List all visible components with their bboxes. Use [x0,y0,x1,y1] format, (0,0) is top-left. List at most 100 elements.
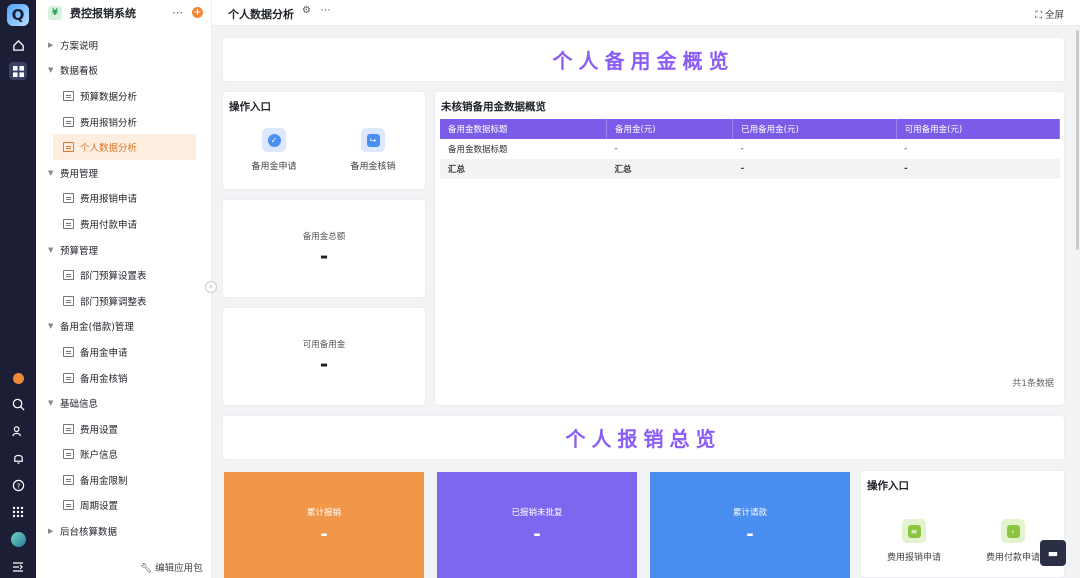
page-icon [63,474,74,485]
page-icon [63,270,74,281]
column-header[interactable]: 备用金数据标题 [440,119,607,139]
sidebar-group[interactable]: ▼ 费用管理 [36,160,212,186]
sidebar-item[interactable]: 费用报销分析 [36,109,212,135]
sidebar-item[interactable]: 账户信息 [36,442,212,468]
sidebar-item-label: 费用设置 [80,424,119,436]
reserve-table: 备用金数据标题 备用金(元) 已用备用金(元) 可用备用金(元) 备用金数据标题… [440,119,1061,179]
sidebar-group[interactable]: ▶ 方案说明 [36,32,212,58]
reserve-writeoff-button[interactable]: ↪ 备用金核销 [338,128,408,172]
page-icon [63,295,74,306]
caret-down-icon: ▼ [48,245,54,254]
contacts-icon[interactable] [9,422,27,440]
payment-apply-label: 费用付款申请 [985,553,1040,563]
nav-rail: Q ? [0,0,36,578]
edit-package-button[interactable]: 🔧︎ 编辑应用包 [140,560,203,574]
app-logo: Q [7,4,29,26]
settings-icon[interactable]: ⚙ [302,5,311,16]
reserve-apply-label: 备用金申请 [251,162,297,172]
sidebar-item[interactable]: 费用报销申请 [36,186,212,212]
app-icon: ¥ [48,6,62,20]
page-icon [63,142,74,153]
column-header[interactable]: 可用备用金(元) [896,119,1061,139]
sidebar-group[interactable]: ▼ 数据看板 [36,58,212,84]
more-icon[interactable]: ⋯ [172,6,183,19]
table-cell: - [740,144,744,154]
table-cell: - [904,144,908,154]
scrollbar[interactable] [1076,30,1079,250]
bell-icon[interactable] [9,449,27,467]
sidebar-item[interactable]: 个人数据分析 [53,134,196,160]
payment-apply-button[interactable]: › 费用付款申请 [978,519,1048,563]
reserve-apply-button[interactable]: ✓ 备用金申请 [239,128,309,172]
write-off-icon: ↪ [361,128,385,152]
help-icon[interactable]: ? [9,476,27,494]
sidebar-item-label: 账户信息 [80,450,119,462]
table-cell: - [896,159,1060,179]
chat-button[interactable]: ▬ [1040,540,1066,566]
expense-card-value: - [746,523,754,545]
ops-card-reserve: 操作入口 ✓ 备用金申请 ↪ 备用金核销 [222,91,426,190]
request-total-card: 累计请款 - [650,472,850,578]
sidebar-item[interactable]: 预算数据分析 [36,83,212,109]
table-total-row: 汇总 汇总 - - [440,159,1060,179]
sidebar-item[interactable]: 部门预算调整表 [36,288,212,314]
search-icon[interactable] [9,395,27,413]
sidebar-group[interactable]: ▼ 备用金(借款)管理 [36,314,212,340]
expense-card-value: - [533,523,541,545]
sidebar-item[interactable]: 费用设置 [36,416,212,442]
reserve-total-value: - [319,243,329,268]
sidebar-item[interactable]: 部门预算设置表 [36,262,212,288]
caret-down-icon: ▼ [48,168,54,177]
expand-rail-icon[interactable] [9,558,27,576]
sidebar-item-label: 数据看板 [60,66,99,78]
apps-icon[interactable] [9,62,27,80]
sidebar-group[interactable]: ▼ 基础信息 [36,390,212,416]
sidebar-item-label: 个人数据分析 [80,143,138,155]
sidebar-item-label: 备用金核销 [80,373,128,385]
sidebar-item[interactable]: 备用金核销 [36,365,212,391]
ops-title: 操作入口 [867,480,909,492]
page-icon [63,116,74,127]
column-header[interactable]: 备用金(元) [606,119,734,139]
add-orange-icon[interactable] [9,369,27,387]
reserve-available-label: 可用备用金 [302,339,346,350]
grid-icon[interactable] [9,503,27,521]
expense-card-label: 已报销未批复 [511,507,563,518]
user-avatar[interactable] [9,530,27,548]
table-row[interactable]: 备用金数据标题 - - - [440,139,1060,159]
page-icon [63,346,74,357]
table-header-row: 备用金数据标题 备用金(元) 已用备用金(元) 可用备用金(元) [440,119,1061,139]
table-cell: 汇总 [606,159,733,179]
sidebar-item[interactable]: 备用金限制 [36,467,212,493]
more-icon[interactable]: ⋯ [321,5,331,16]
nav-tree: ▶ 方案说明 ▼ 数据看板 预算数据分析 费用报销分析 个人数据分析 ▼ 费用管理 费用报销申请费… [36,32,212,544]
sidebar-item[interactable]: 备用金申请 [36,339,212,365]
sidebar-group[interactable]: ▼ 预算管理 [36,237,212,263]
home-icon[interactable] [9,36,27,54]
fullscreen-button[interactable]: ⛶ 全屏 [1035,7,1064,21]
sidebar-item-label: 费用付款申请 [80,219,138,231]
sidebar-item[interactable]: 周期设置 [36,493,212,519]
terminal-icon: › [1001,519,1025,543]
fullscreen-label: 全屏 [1044,10,1064,21]
page-title: 个人数据分析 [228,8,294,21]
add-icon[interactable]: + [192,7,203,18]
expense-apply-label: 费用报销申请 [886,553,941,563]
page-icon [63,193,74,204]
sidebar-group[interactable]: ▶ 后台核算数据 [36,518,212,544]
chat-icon: ▬ [1047,546,1059,560]
column-header[interactable]: 已用备用金(元) [732,119,897,139]
table-cell: 备用金数据标题 [448,145,508,155]
sidebar-item-label: 备用金限制 [80,475,128,487]
sidebar-item-label: 周期设置 [80,501,119,513]
collapse-sidebar-button[interactable]: ‹ [205,281,217,293]
sidebar-item-label: 基础信息 [60,399,99,411]
expense-apply-button[interactable]: ≡ 费用报销申请 [879,519,949,563]
sidebar-item[interactable]: 费用付款申请 [36,211,212,237]
expense-pending-card: 已报销未批复 - [437,472,637,578]
page-tools: ⚙ ⋯ [302,5,331,16]
ops-title: 操作入口 [229,101,271,113]
caret-down-icon: ▼ [48,322,54,331]
reserve-total-label: 备用金总额 [302,231,346,242]
app-header: ¥ 费控报销系统 [36,0,211,26]
